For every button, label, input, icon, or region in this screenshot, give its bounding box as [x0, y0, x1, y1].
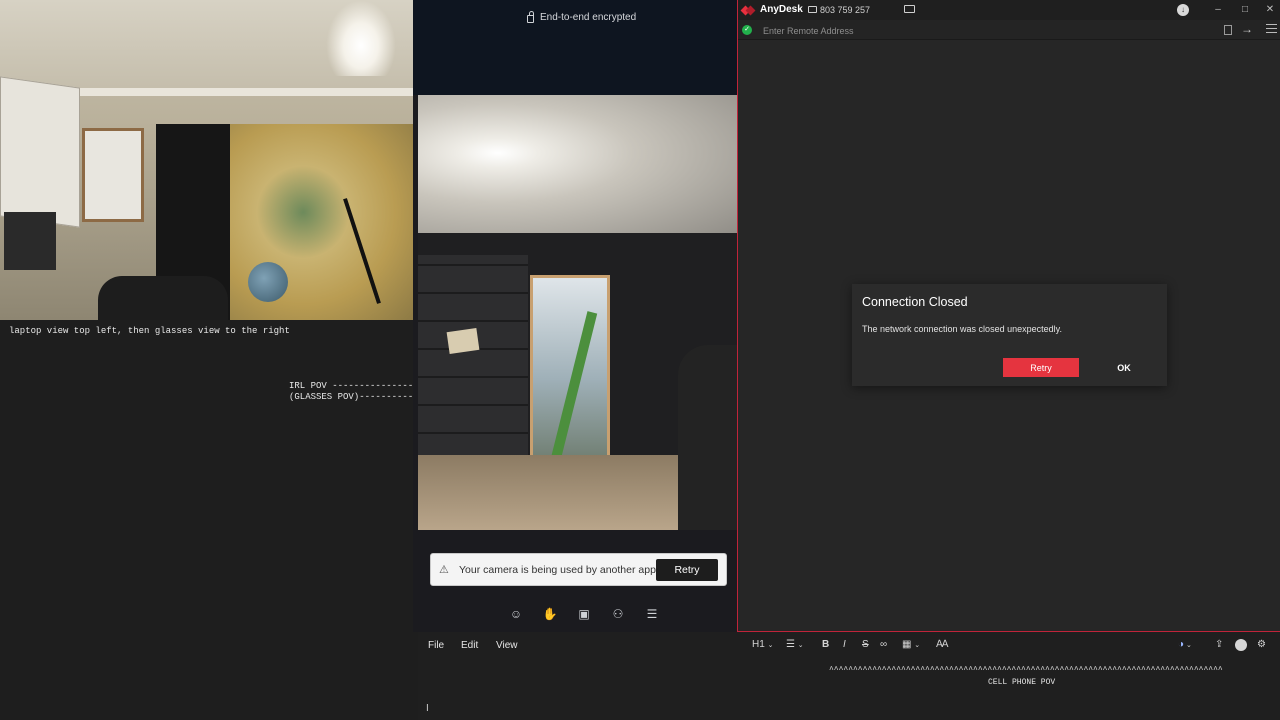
wall-patch: [446, 328, 480, 354]
laptop-camera-view: [0, 0, 413, 320]
ceiling-light: [326, 0, 396, 76]
textured-ceiling: [418, 95, 737, 240]
add-person-icon[interactable]: ⚇: [610, 606, 626, 622]
glasses-video-feed: [418, 95, 737, 530]
menu-view[interactable]: View: [496, 640, 518, 651]
menu-edit[interactable]: Edit: [461, 640, 478, 651]
maximize-button[interactable]: □: [1237, 3, 1253, 17]
hamburger-menu-icon[interactable]: [1266, 24, 1277, 33]
emoji-icon[interactable]: ☺: [508, 606, 524, 622]
raise-hand-icon[interactable]: ✋: [542, 606, 558, 622]
person: [678, 345, 737, 530]
list-icon: ☰: [786, 639, 795, 650]
strikethrough-button[interactable]: S: [862, 639, 869, 650]
desk-id[interactable]: 803 759 257: [820, 5, 870, 15]
cell-phone-pov-label: CELL PHONE POV: [988, 678, 1056, 687]
heading-label: H1: [752, 639, 765, 650]
lock-icon: [527, 10, 534, 23]
clear-format-icon[interactable]: Ꜳ: [936, 639, 949, 650]
connect-arrow-icon[interactable]: →: [1241, 22, 1253, 36]
camera-warning-banner: ⚠ Your camera is being used by another a…: [430, 553, 727, 586]
close-button[interactable]: ✕: [1262, 3, 1278, 17]
encryption-label: End-to-end encrypted: [540, 12, 637, 23]
note-top-text: laptop view top left, then glasses view …: [9, 326, 290, 336]
caret-line-text: ^^^^^^^^^^^^^^^^^^^^^^^^^^^^^^^^^^^^^^^^…: [829, 666, 1223, 675]
menu-file[interactable]: File: [428, 640, 444, 651]
table-icon: ▦: [902, 639, 912, 650]
wall-shelf: [4, 212, 56, 270]
text-editor: [418, 632, 1280, 720]
italic-button[interactable]: I: [843, 639, 846, 650]
monitor-icon[interactable]: [904, 5, 915, 13]
chevron-down-icon: ⌄: [914, 642, 921, 649]
note-irl-pov: IRL POV --------------->: [289, 381, 419, 391]
cinder-block-wall: [418, 255, 528, 460]
wall-calendar: [0, 76, 80, 228]
connected-status-icon: ✓: [742, 25, 752, 35]
globe: [248, 262, 288, 302]
link-icon[interactable]: ∞: [880, 639, 887, 650]
camera-warning-text: Your camera is being used by another app…: [459, 563, 659, 576]
anydesk-title: AnyDesk: [760, 4, 803, 15]
call-controls: ☺ ✋ ▣ ⚇ ☰: [508, 606, 660, 624]
chevron-down-icon: ⌄: [797, 642, 804, 649]
download-icon[interactable]: ↓: [1177, 4, 1189, 16]
note-glasses-pov: (GLASSES POV)---------->: [289, 392, 419, 402]
dialog-retry-button[interactable]: Retry: [1003, 358, 1079, 377]
file-transfer-icon[interactable]: [1224, 25, 1232, 35]
share-icon[interactable]: ⇪: [1215, 639, 1223, 650]
dialog-ok-button[interactable]: OK: [1086, 358, 1162, 377]
office-chair: [98, 276, 228, 320]
dialog-message: The network connection was closed unexpe…: [862, 324, 1062, 334]
share-screen-icon[interactable]: ▣: [576, 606, 592, 622]
dialog-title: Connection Closed: [862, 295, 968, 309]
remote-address-input[interactable]: [763, 24, 1203, 37]
warning-icon: ⚠: [439, 563, 449, 576]
camera-retry-button[interactable]: Retry: [656, 559, 718, 581]
minimize-button[interactable]: –: [1210, 3, 1226, 17]
settings-gear-icon[interactable]: ⚙: [1257, 639, 1266, 650]
chevron-down-icon: ⌄: [767, 642, 774, 649]
desk-id-icon: [808, 6, 817, 13]
copilot-icon[interactable]: ◑ ⌄: [1178, 639, 1192, 650]
more-options-icon[interactable]: ☰: [644, 606, 660, 622]
heading-dropdown[interactable]: H1 ⌄: [752, 639, 773, 650]
lit-doorway: [530, 275, 610, 465]
text-cursor: I: [426, 703, 429, 714]
encryption-status: End-to-end encrypted: [527, 10, 637, 23]
table-dropdown[interactable]: ▦ ⌄: [902, 639, 920, 650]
anydesk-logo-icon: [740, 5, 756, 16]
whiteboard: [82, 128, 144, 222]
bold-button[interactable]: B: [822, 639, 829, 650]
avatar[interactable]: [1235, 639, 1247, 651]
list-dropdown[interactable]: ☰ ⌄: [786, 639, 804, 650]
